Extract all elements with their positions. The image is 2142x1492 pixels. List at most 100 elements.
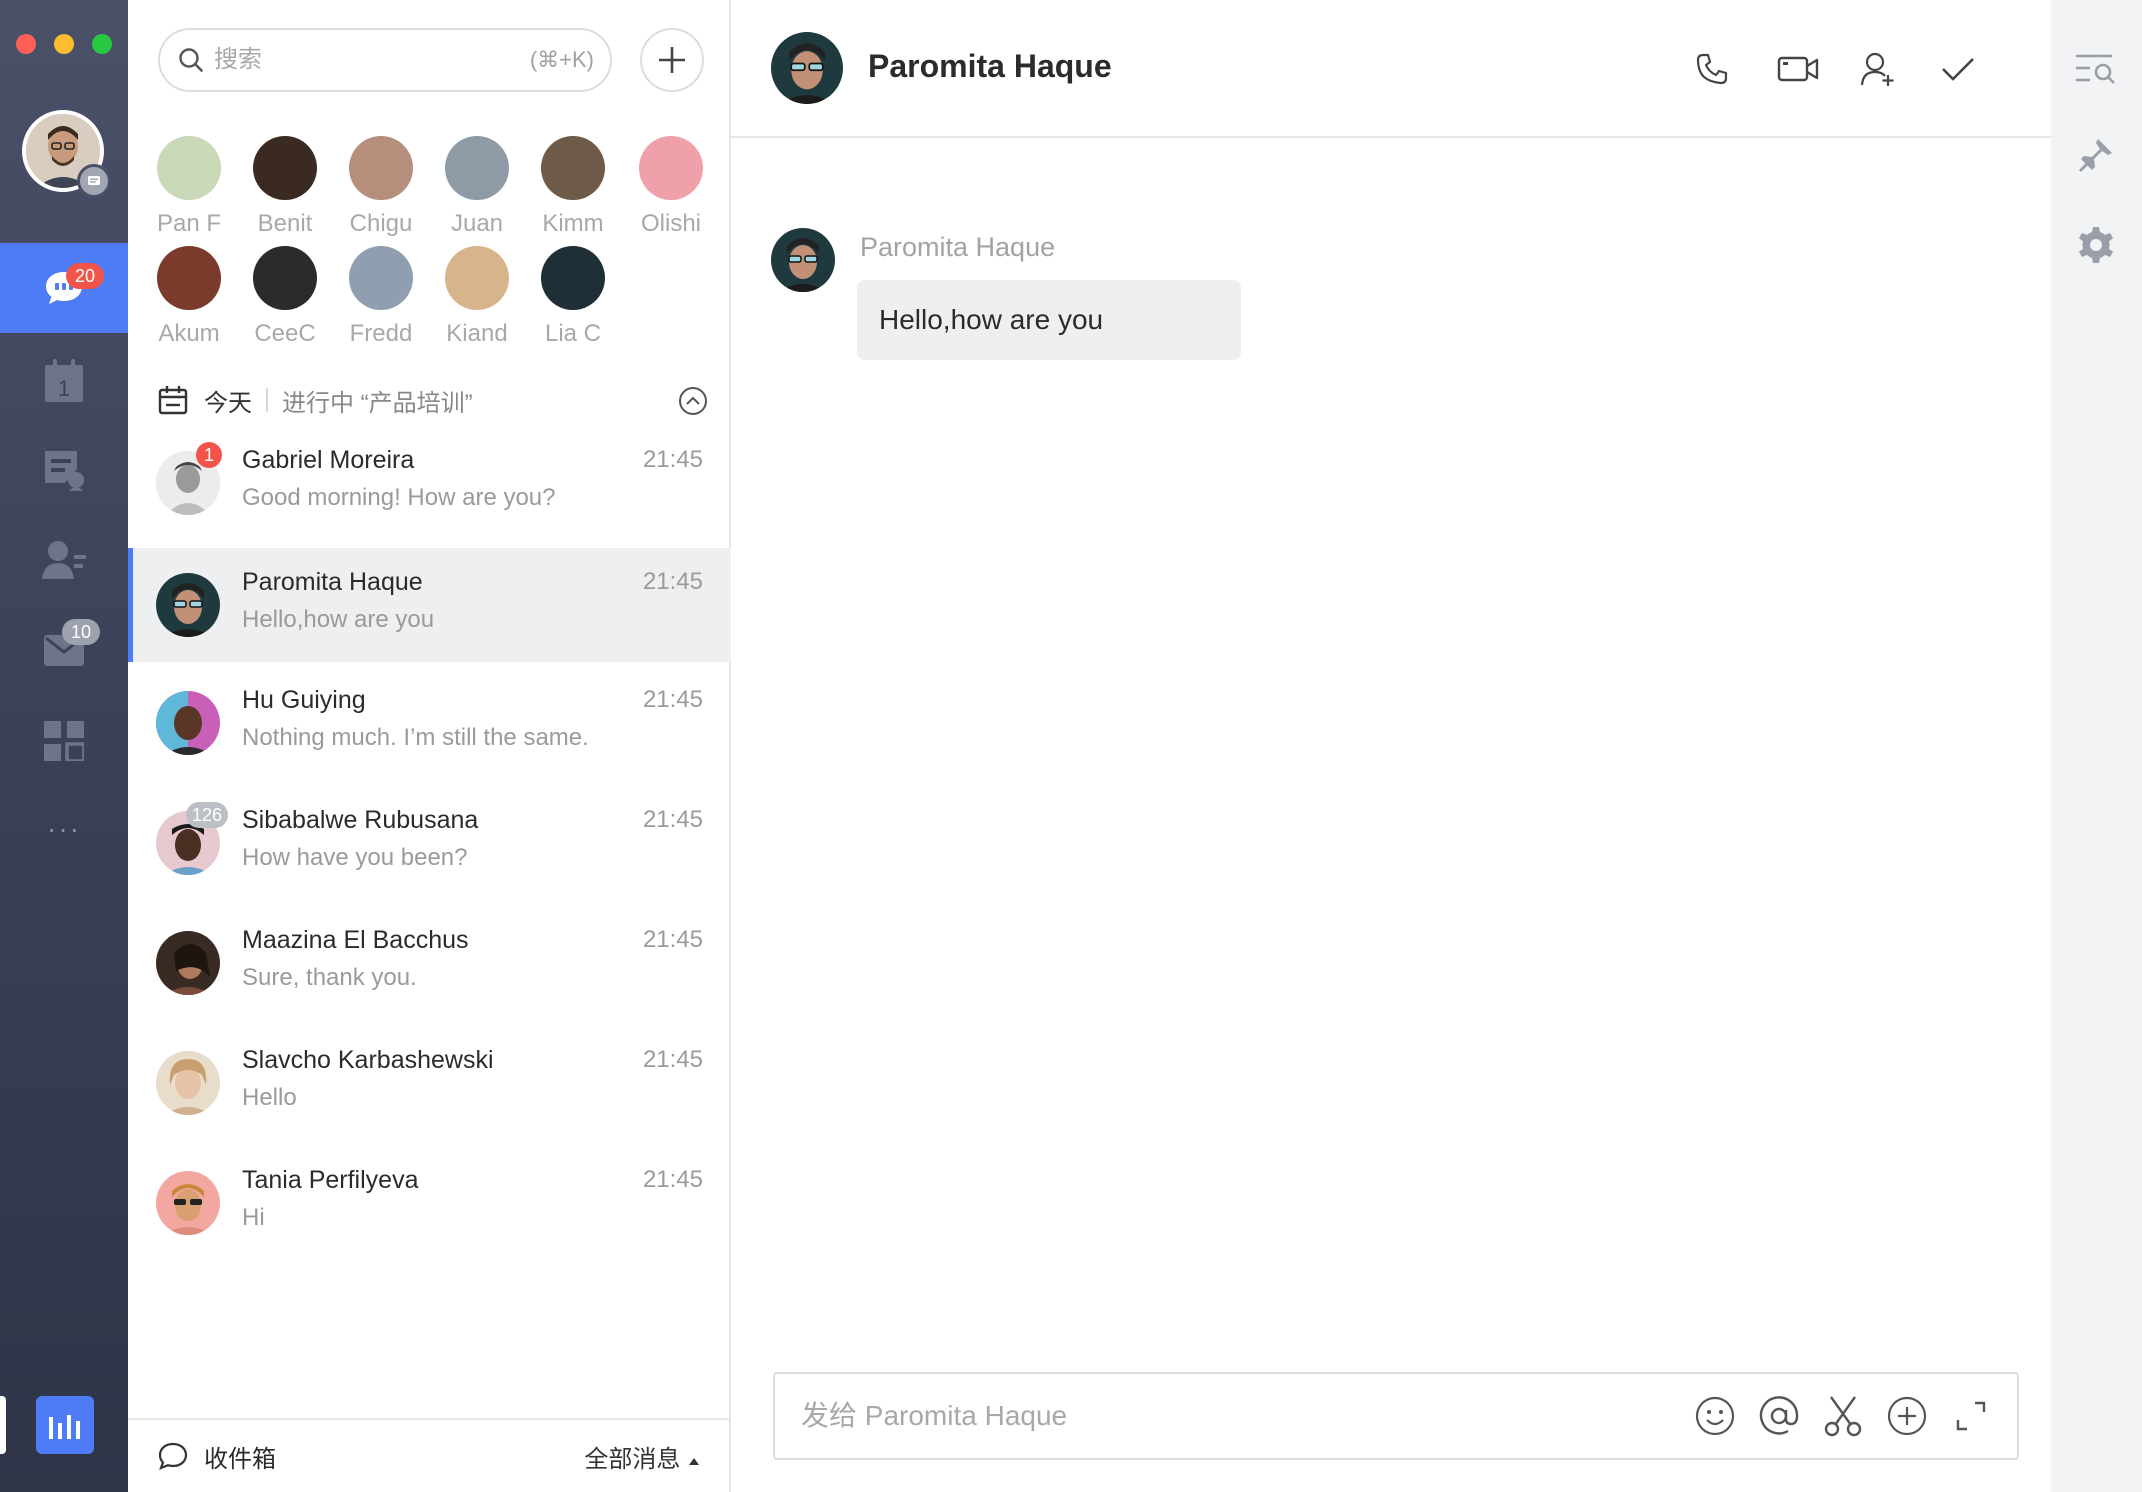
search-input[interactable] [214, 46, 530, 74]
pinned-button[interactable] [2073, 132, 2119, 178]
video-call-button[interactable] [1775, 46, 1821, 92]
plus-circle-icon [1887, 1396, 1927, 1436]
scissors-icon [1824, 1396, 1862, 1437]
tool-rail [2051, 0, 2142, 1492]
contact-item[interactable]: Fredd [338, 246, 424, 348]
contact-item[interactable]: Juan [434, 136, 520, 238]
today-bar[interactable]: 今天 进行中 “产品培训” [158, 380, 708, 420]
calendar-icon: 1 [45, 359, 83, 402]
contact-item[interactable]: Akum [146, 246, 232, 348]
conversation-panel: (⌘+K) Pan F Benit Chigu Juan Kimm [128, 0, 731, 1492]
contact-item[interactable]: Pan F [146, 136, 232, 238]
message-filter-dropdown[interactable]: 全部消息 [584, 1439, 701, 1474]
conversation-row[interactable]: 126 Sibabalwe Rubusana How have you been… [128, 786, 731, 900]
message-input[interactable] [801, 1400, 1683, 1432]
gear-icon [2079, 227, 2113, 263]
filter-label: 全部消息 [584, 1445, 681, 1473]
nav-contacts[interactable] [0, 514, 128, 604]
expand-button[interactable] [1939, 1384, 2003, 1448]
window-close-button[interactable] [16, 34, 36, 54]
avatar [156, 1051, 220, 1115]
add-member-button[interactable] [1855, 46, 1901, 92]
contact-item[interactable]: Kiand [434, 246, 520, 348]
search-icon [179, 48, 203, 72]
status-icon [77, 164, 111, 198]
avatar [156, 691, 220, 755]
contact-name: Fredd [349, 320, 413, 347]
emoji-button[interactable] [1683, 1384, 1747, 1448]
conversation-row[interactable]: Tania Perfilyeva Hi 21:45 [128, 1146, 731, 1260]
collapse-button[interactable] [678, 386, 708, 423]
attach-button[interactable] [1875, 1384, 1939, 1448]
avatar [157, 136, 221, 200]
contact-item[interactable]: CeeC [242, 246, 328, 348]
expand-icon [1956, 1401, 1986, 1431]
mark-done-button[interactable] [1935, 46, 1981, 92]
avatar [156, 573, 220, 637]
inbox-label[interactable]: 收件箱 [204, 1439, 276, 1474]
conversation-time: 21:45 [642, 926, 703, 953]
ongoing-event[interactable]: 进行中 “产品培训” [282, 383, 473, 418]
nav-rail: 20 1 10 ··· [0, 0, 128, 1492]
conversation-row[interactable]: 1 Gabriel Moreira Good morning! How are … [128, 426, 731, 540]
chat-unread-badge: 20 [66, 263, 104, 289]
search-hotkey: (⌘+K) [529, 47, 594, 72]
conversation-preview: Hello [242, 1084, 297, 1111]
window-zoom-button[interactable] [92, 34, 112, 54]
contact-item[interactable]: Lia C [530, 246, 616, 348]
nav-apps[interactable] [0, 696, 128, 786]
nav-mail[interactable]: 10 [0, 605, 128, 695]
conversation-time: 21:45 [642, 446, 703, 473]
avatar [445, 246, 509, 310]
chat-header: Paromita Haque [731, 0, 2051, 138]
avatar [445, 136, 509, 200]
contact-item[interactable]: Olishi [628, 136, 714, 238]
nav-chat[interactable]: 20 [0, 243, 128, 333]
at-sign-icon [1759, 1396, 1799, 1435]
contact-item[interactable]: Kimm [530, 136, 616, 238]
pin-icon [2078, 139, 2112, 173]
rail-indicator [0, 1396, 6, 1454]
conversation-time: 21:45 [642, 686, 703, 713]
avatar [541, 136, 605, 200]
settings-button[interactable] [2073, 222, 2119, 268]
conversation-row[interactable]: Hu Guiying Nothing much. I’m still the s… [128, 666, 731, 780]
nav-docs[interactable] [0, 425, 128, 515]
contact-name: Olishi [640, 210, 701, 237]
message-bubble[interactable]: Hello,how are you [857, 280, 1241, 360]
stats-button[interactable] [36, 1396, 94, 1454]
mention-button[interactable] [1747, 1384, 1811, 1448]
conversation-preview: Hi [242, 1204, 265, 1231]
divider [266, 388, 268, 412]
search-history-button[interactable] [2073, 46, 2119, 92]
phone-icon [1696, 53, 1728, 85]
avatar [253, 136, 317, 200]
window-minimize-button[interactable] [54, 34, 74, 54]
screenshot-button[interactable] [1811, 1384, 1875, 1448]
avatar [349, 246, 413, 310]
nav-more[interactable]: ··· [0, 784, 128, 874]
contact-item[interactable]: Benit [242, 136, 328, 238]
new-conversation-button[interactable] [640, 28, 704, 92]
conversation-row[interactable]: Slavcho Karbashewski Hello 21:45 [128, 1026, 731, 1140]
nav-calendar[interactable]: 1 [0, 336, 128, 426]
search-box[interactable]: (⌘+K) [158, 28, 612, 92]
bar-chart-icon [49, 1415, 80, 1439]
contact-item[interactable]: Chigu [338, 136, 424, 238]
conversation-row-selected[interactable]: Paromita Haque Hello,how are you 21:45 [128, 548, 731, 662]
list-search-icon [2076, 54, 2115, 84]
caret-up-icon [689, 1457, 699, 1465]
chat-title: Paromita Haque [868, 48, 1112, 84]
contact-name: Chigu [349, 210, 413, 237]
checkmark-icon [1942, 58, 1974, 81]
avatar[interactable] [771, 32, 843, 104]
conversation-row[interactable]: Maazina El Bacchus Sure, thank you. 21:4… [128, 906, 731, 1020]
conversation-name: Gabriel Moreira [242, 446, 415, 474]
voice-call-button[interactable] [1689, 46, 1735, 92]
conversation-time: 21:45 [642, 806, 703, 833]
unread-badge: 1 [196, 442, 222, 468]
conversation-time: 21:45 [642, 1166, 703, 1193]
message-sender: Paromita Haque [860, 232, 1056, 262]
avatar[interactable] [771, 228, 835, 292]
svg-text:1: 1 [58, 376, 70, 401]
